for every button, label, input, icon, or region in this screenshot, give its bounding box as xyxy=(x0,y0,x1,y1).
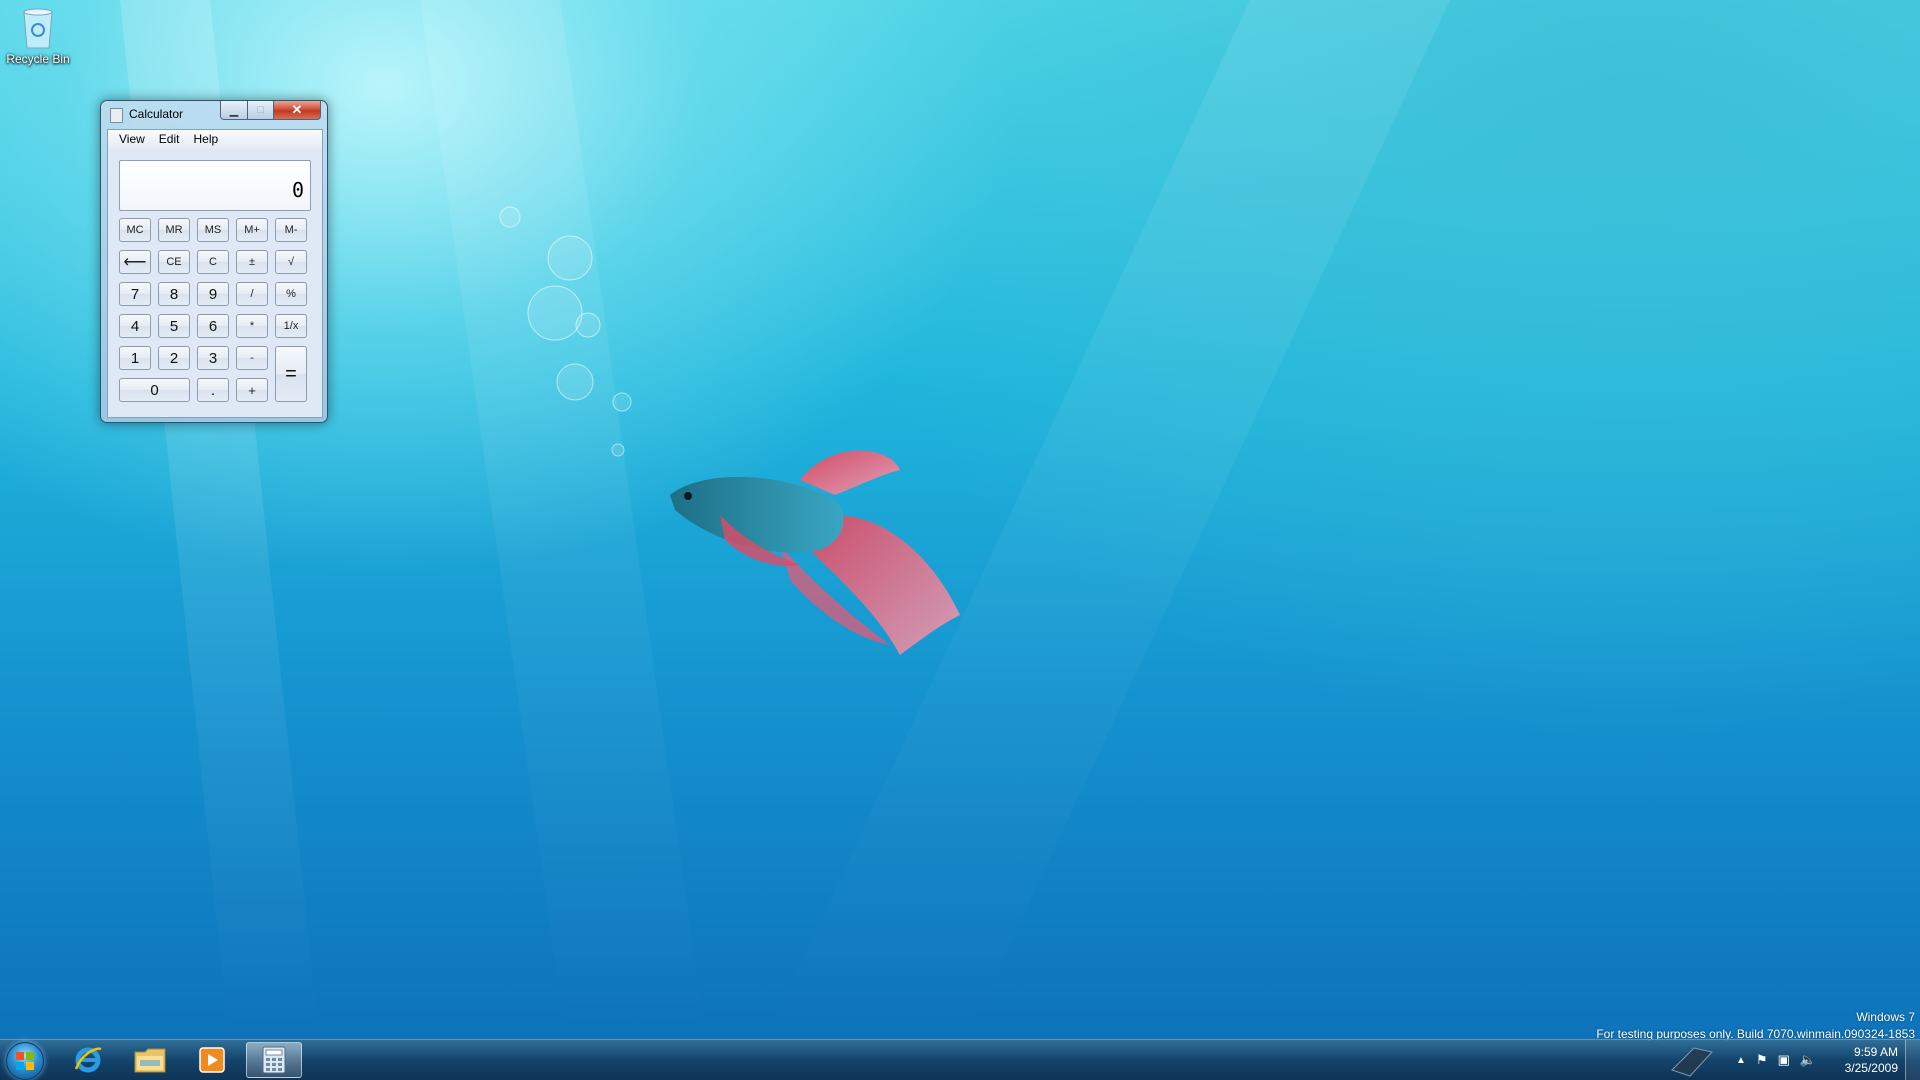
ce-button[interactable]: CE xyxy=(158,250,190,274)
show-hidden-icons-icon[interactable]: ▲ xyxy=(1736,1055,1746,1066)
maximize-button[interactable]: □ xyxy=(248,101,274,120)
windows-version-label: Windows 7 xyxy=(1856,1010,1915,1024)
calculator-client-area: View Edit Help 0 MC MR MS M+ M- ⟵ CE C ±… xyxy=(107,129,323,418)
recycle-bin-shortcut[interactable]: Recycle Bin xyxy=(4,6,72,66)
add-button[interactable]: + xyxy=(236,378,268,402)
multiply-button[interactable]: * xyxy=(236,314,268,338)
percent-button[interactable]: % xyxy=(275,282,307,306)
digit-9-button[interactable]: 9 xyxy=(197,282,229,306)
calculator-display: 0 xyxy=(119,160,311,211)
menu-help[interactable]: Help xyxy=(186,130,225,149)
volume-icon[interactable]: 🔈 xyxy=(1800,1052,1816,1068)
show-desktop-button[interactable] xyxy=(1905,1040,1920,1080)
square-root-button[interactable]: √ xyxy=(275,250,307,274)
display-value: 0 xyxy=(291,178,304,202)
taskbar-internet-explorer[interactable] xyxy=(60,1042,116,1078)
digit-8-button[interactable]: 8 xyxy=(158,282,190,306)
clock-date: 3/25/2009 xyxy=(1844,1061,1898,1075)
digit-2-button[interactable]: 2 xyxy=(158,346,190,370)
calculator-window[interactable]: Calculator ▁ □ ✕ View Edit Help 0 MC MR … xyxy=(100,100,328,423)
subtract-button[interactable]: - xyxy=(236,346,268,370)
maximize-icon: □ xyxy=(257,104,264,116)
windows-logo-icon xyxy=(16,1052,34,1070)
digit-0-button[interactable]: 0 xyxy=(119,378,190,402)
calculator-icon xyxy=(262,1046,286,1074)
window-title: Calculator xyxy=(129,107,184,121)
digit-5-button[interactable]: 5 xyxy=(158,314,190,338)
digit-1-button[interactable]: 1 xyxy=(119,346,151,370)
digit-7-button[interactable]: 7 xyxy=(119,282,151,306)
recycle-bin-icon xyxy=(21,6,55,50)
decimal-button[interactable]: . xyxy=(197,378,229,402)
taskbar: ▲ ⚑ ▣ 🔈 9:59 AM 3/25/2009 xyxy=(0,1039,1920,1080)
media-player-icon xyxy=(199,1047,225,1073)
clear-button[interactable]: C xyxy=(197,250,229,274)
taskbar-calculator[interactable] xyxy=(246,1042,302,1078)
m-plus-button[interactable]: M+ xyxy=(236,218,268,242)
taskbar-media-player[interactable] xyxy=(184,1042,240,1078)
menu-edit[interactable]: Edit xyxy=(152,130,187,149)
start-button[interactable] xyxy=(6,1042,44,1080)
recycle-bin-label: Recycle Bin xyxy=(6,52,70,66)
clock-time: 9:59 AM xyxy=(1853,1045,1898,1059)
folder-icon xyxy=(134,1048,166,1073)
menu-bar: View Edit Help xyxy=(108,130,322,149)
digit-3-button[interactable]: 3 xyxy=(197,346,229,370)
bubbles xyxy=(499,206,632,457)
calculator-app-icon xyxy=(110,108,123,123)
plus-minus-button[interactable]: ± xyxy=(236,250,268,274)
betta-fish-image xyxy=(670,450,960,655)
close-icon: ✕ xyxy=(291,102,303,117)
mc-button[interactable]: MC xyxy=(119,218,151,242)
equals-button[interactable]: = xyxy=(275,346,307,402)
internet-explorer-icon xyxy=(74,1047,102,1073)
minimize-button[interactable]: ▁ xyxy=(220,101,248,120)
title-bar[interactable]: Calculator ▁ □ ✕ xyxy=(101,101,327,127)
network-icon[interactable]: ▣ xyxy=(1778,1052,1790,1068)
system-clock[interactable]: 9:59 AM 3/25/2009 xyxy=(1845,1044,1898,1076)
digit-6-button[interactable]: 6 xyxy=(197,314,229,338)
backspace-button[interactable]: ⟵ xyxy=(119,250,151,274)
taskbar-windows-explorer[interactable] xyxy=(122,1042,178,1078)
ms-button[interactable]: MS xyxy=(197,218,229,242)
menu-view[interactable]: View xyxy=(112,130,152,149)
feedback-book-icon[interactable] xyxy=(1668,1042,1716,1078)
digit-4-button[interactable]: 4 xyxy=(119,314,151,338)
mr-button[interactable]: MR xyxy=(158,218,190,242)
reciprocal-button[interactable]: 1/x xyxy=(275,314,307,338)
close-button[interactable]: ✕ xyxy=(274,101,321,120)
divide-button[interactable]: / xyxy=(236,282,268,306)
m-minus-button[interactable]: M- xyxy=(275,218,307,242)
minimize-icon: ▁ xyxy=(229,104,239,117)
notification-area xyxy=(1668,1040,1716,1080)
action-center-flag-icon[interactable]: ⚑ xyxy=(1756,1052,1768,1068)
